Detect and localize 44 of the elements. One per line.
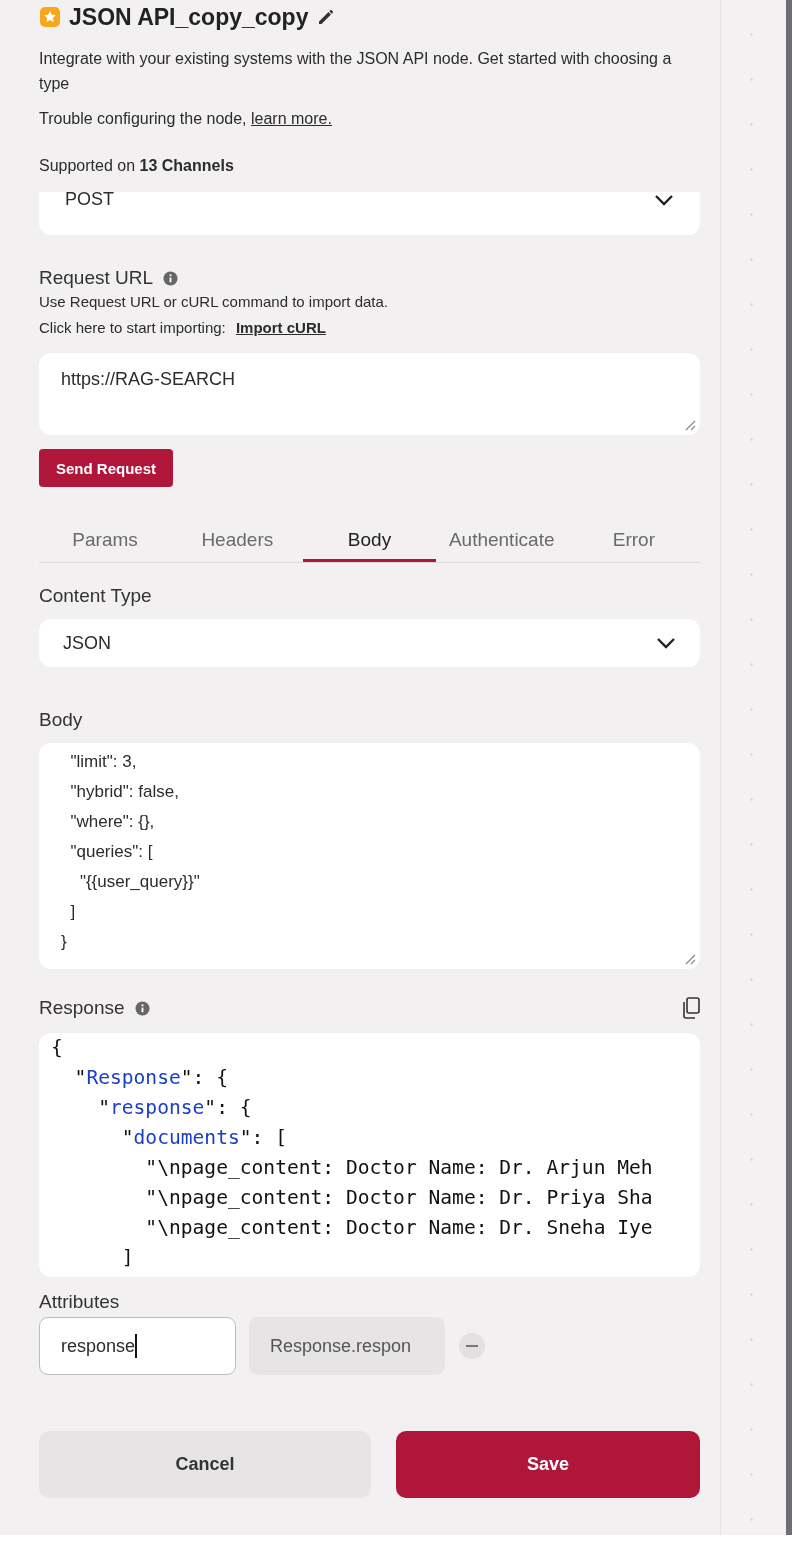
code-line: ] xyxy=(120,1245,135,1271)
code-line: "\npage_content: Doctor Name: Dr. Sneha Iye xyxy=(144,1215,654,1241)
attribute-path-field[interactable]: Response.respon xyxy=(249,1317,445,1375)
code-line: "documents": [ xyxy=(120,1125,288,1151)
code-line: "response": { xyxy=(97,1095,253,1121)
body-field[interactable]: "limit": 3, "hybrid": false, "where": {}, "queries": [ "{{user_query}}" ] } xyxy=(39,743,700,969)
copy-icon[interactable] xyxy=(682,997,700,1019)
resize-handle-icon xyxy=(684,419,696,431)
tab[interactable]: Error xyxy=(567,515,700,562)
url-field[interactable]: https://RAG-SEARCH xyxy=(39,353,700,435)
tab[interactable]: Headers xyxy=(171,515,304,562)
node-title: JSON API_copy_copy xyxy=(69,3,309,31)
remove-icon[interactable] xyxy=(458,1332,486,1360)
code-line: { xyxy=(51,1035,64,1061)
help-text: Trouble configuring the node, learn more. xyxy=(39,109,333,129)
content-type-dropdown[interactable]: JSON xyxy=(39,619,700,667)
tab[interactable]: Body xyxy=(303,515,436,562)
field-label: Content Type xyxy=(39,585,152,607)
tab[interactable]: Authenticate xyxy=(435,515,568,562)
method-dropdown[interactable]: POST xyxy=(39,192,700,235)
code-line: "\npage_content: Doctor Name: Dr. Arjun Meh xyxy=(144,1155,654,1181)
info-icon xyxy=(163,270,179,286)
info-icon xyxy=(134,1000,150,1016)
node-description: Integrate with your existing systems with the JSON API node. Get started with choosing a type xyxy=(39,49,673,94)
code-line: "\npage_content: Doctor Name: Dr. Priya Sha xyxy=(144,1185,654,1211)
import-curl-link[interactable]: Import cURL xyxy=(235,319,326,336)
cancel-button[interactable]: Cancel xyxy=(39,1431,371,1498)
resize-handle-icon xyxy=(684,953,696,965)
send-request-button[interactable]: Send Request xyxy=(39,449,174,487)
helper-text: Use Request URL or cURL command to import data. xyxy=(39,292,390,312)
attribute-name-field[interactable]: response xyxy=(39,1317,236,1375)
learn-more-link[interactable]: learn more. xyxy=(251,110,332,127)
field-label: Attributes xyxy=(39,1291,120,1313)
node-icon xyxy=(39,6,61,28)
supported-channels-text: Supported on 13 Channels xyxy=(39,156,235,176)
chevron-down-icon xyxy=(654,194,674,206)
field-label: Body xyxy=(39,709,83,731)
save-button[interactable]: Save xyxy=(396,1431,700,1498)
field-label: Request URL xyxy=(39,267,154,289)
code-line: "Response": { xyxy=(73,1065,229,1091)
tab[interactable]: Params xyxy=(39,515,172,562)
helper-text: Click here to start importing: xyxy=(39,319,226,336)
chevron-down-icon xyxy=(656,637,676,649)
field-label: Response xyxy=(39,997,125,1019)
